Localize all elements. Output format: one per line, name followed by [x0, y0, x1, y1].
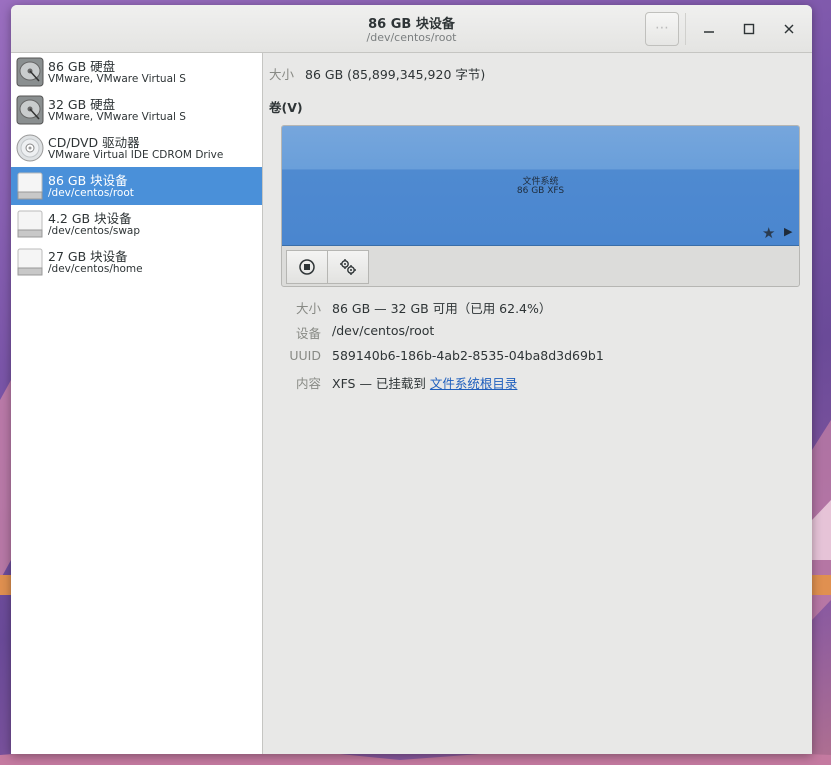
star-icon: ★ [762, 224, 776, 242]
drive-size-label: 大小 [269, 67, 295, 82]
harddisk-icon [16, 95, 44, 125]
drive-menu-button[interactable]: ⋯ [645, 12, 679, 46]
maximize-icon [743, 23, 755, 35]
partition-settings-button[interactable] [327, 250, 369, 284]
drive-list: 86 GB 硬盘 VMware, VMware Virtual S 32 GB … [11, 53, 263, 754]
minimize-button[interactable] [695, 15, 723, 43]
drive-description: VMware, VMware Virtual S [48, 73, 186, 85]
property-label: 设备 [295, 326, 321, 341]
window-title: 86 GB 块设备 [368, 17, 455, 32]
contents-text: XFS — 已挂载到 [332, 376, 430, 391]
window-subtitle: /dev/centos/root [366, 31, 457, 44]
drive-details: 大小 86 GB (85,899,345,920 字节) 卷(V) 文件系统 8… [263, 53, 812, 754]
header-bar: 86 GB 块设备 /dev/centos/root ⋯ [11, 5, 812, 53]
unmount-button[interactable] [286, 250, 328, 284]
volume-subtitle: 86 GB XFS [516, 186, 565, 196]
maximize-button[interactable] [735, 15, 763, 43]
header-separator [685, 13, 686, 45]
drive-description: /dev/centos/swap [48, 225, 141, 237]
play-icon: ▶ [784, 225, 793, 238]
property-value: /dev/centos/root [332, 323, 435, 338]
stop-icon [299, 259, 315, 275]
drive-description: VMware Virtual IDE CDROM Drive [48, 149, 224, 161]
disks-window: 86 GB 块设备 /dev/centos/root ⋯ 86 GB 硬盘 VM… [11, 5, 812, 754]
volume-map: 文件系统 86 GB XFS ★ ▶ [281, 125, 800, 287]
drive-item[interactable]: 32 GB 硬盘 VMware, VMware Virtual S [11, 91, 262, 129]
volume-partition[interactable]: 文件系统 86 GB XFS ★ ▶ [282, 126, 799, 246]
property-value: 589140b6-186b-4ab2-8535-04ba8d3d69b1 [332, 348, 604, 363]
property-value: 86 GB — 32 GB 可用（已用 62.4%） [332, 301, 552, 316]
close-icon [784, 24, 794, 34]
property-label: 大小 [295, 301, 321, 316]
drive-item[interactable]: 4.2 GB 块设备 /dev/centos/swap [11, 205, 262, 243]
minimize-icon [704, 31, 714, 33]
block-device-icon [17, 172, 43, 200]
volumes-heading: 卷(V) [269, 100, 303, 115]
drive-item[interactable]: 86 GB 硬盘 VMware, VMware Virtual S [11, 53, 262, 91]
drive-item[interactable]: CD/DVD 驱动器 VMware Virtual IDE CDROM Driv… [11, 129, 262, 167]
drive-description: /dev/centos/home [48, 263, 143, 275]
property-label: 内容 [295, 376, 321, 391]
gears-icon [340, 259, 356, 275]
optical-disc-icon [16, 134, 44, 162]
close-button[interactable] [775, 15, 803, 43]
drive-size-value: 86 GB (85,899,345,920 字节) [305, 67, 486, 82]
harddisk-icon [16, 57, 44, 87]
drive-item-selected[interactable]: 86 GB 块设备 /dev/centos/root [11, 167, 262, 205]
property-label: UUID [289, 348, 321, 363]
block-device-icon [17, 210, 43, 238]
drive-description: /dev/centos/root [48, 187, 134, 199]
block-device-icon [17, 248, 43, 276]
drive-item[interactable]: 27 GB 块设备 /dev/centos/home [11, 243, 262, 281]
property-value-contents: XFS — 已挂载到 文件系统根目录 [332, 373, 517, 392]
drive-description: VMware, VMware Virtual S [48, 111, 186, 123]
mount-point-link[interactable]: 文件系统根目录 [430, 376, 518, 391]
